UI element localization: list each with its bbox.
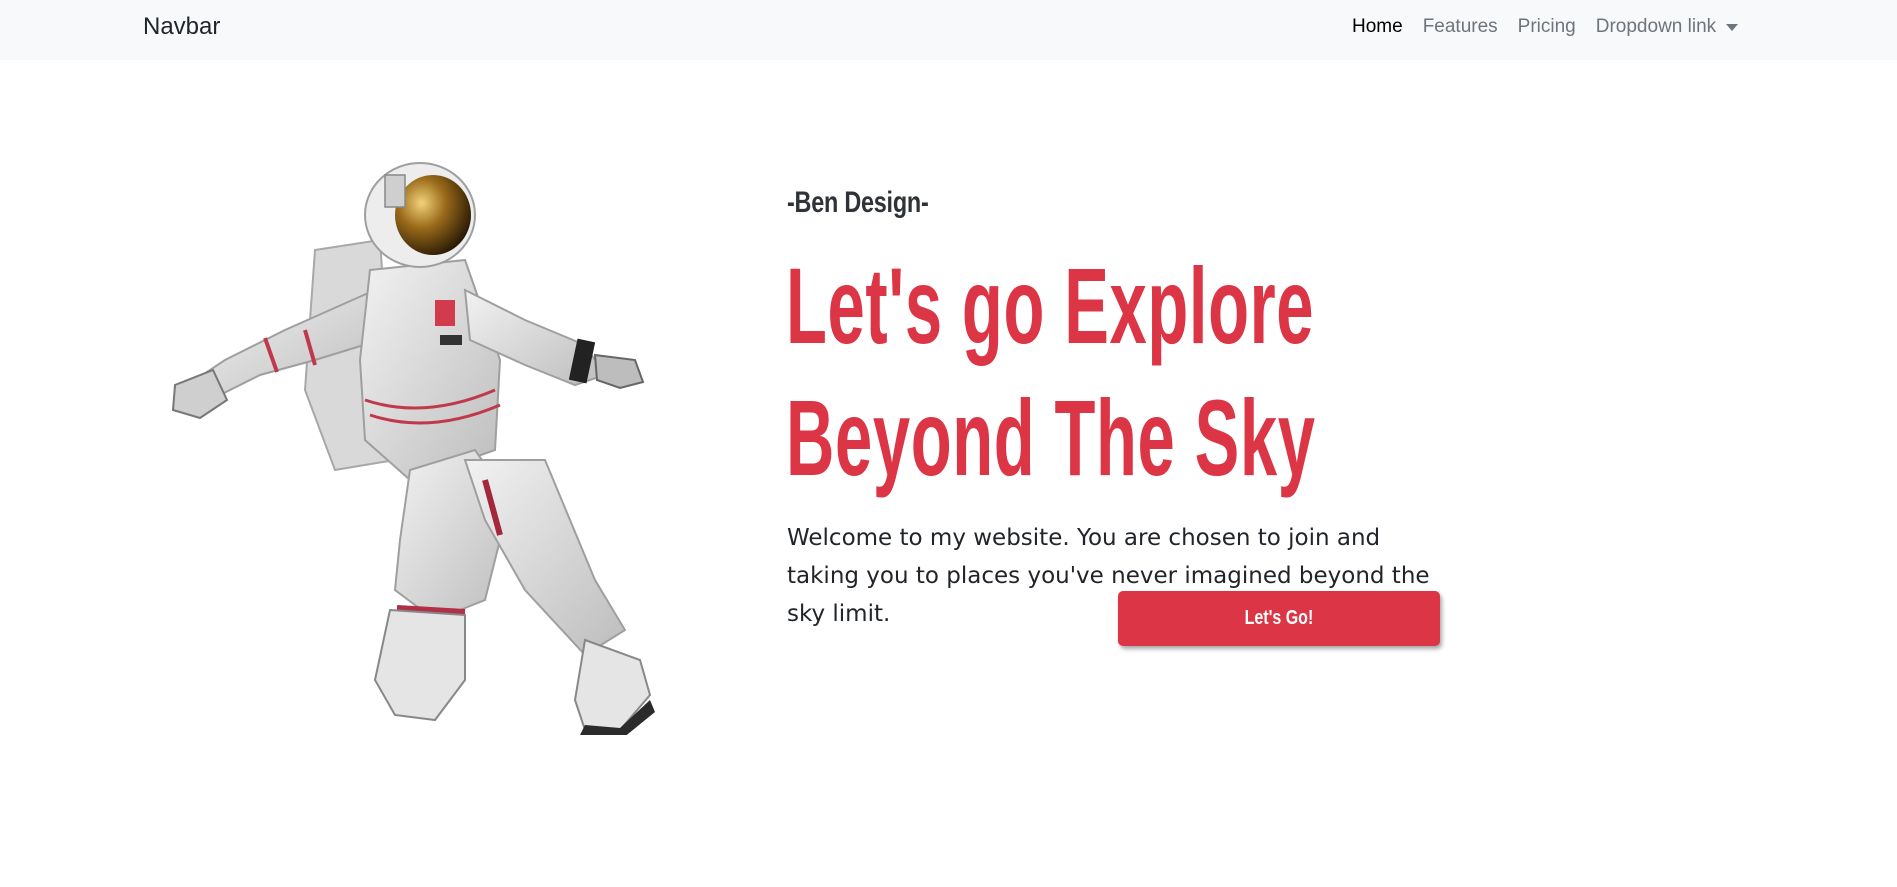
hero-title-line-2: Beyond The Sky	[786, 377, 1316, 498]
caret-down-icon	[1726, 23, 1739, 31]
lets-go-button[interactable]: Let's Go!	[1118, 591, 1440, 646]
hero-subtitle: -Ben Design-	[787, 186, 929, 219]
hero-title-line-1: Let's go Explore	[786, 245, 1315, 366]
lets-go-button-label: Let's Go!	[1244, 607, 1314, 629]
nav-link-features[interactable]: Features	[1423, 12, 1498, 42]
astronaut-image	[171, 162, 655, 735]
hero-title: Let's go Explore Beyond The Sky	[786, 240, 1316, 504]
nav-link-home[interactable]: Home	[1352, 12, 1403, 42]
navbar: Navbar Home Features Pricing Dropdown li…	[0, 0, 1897, 60]
nav-links: Home Features Pricing Dropdown link	[1352, 12, 1739, 42]
nav-link-pricing[interactable]: Pricing	[1518, 12, 1576, 42]
nav-dropdown-link[interactable]: Dropdown link	[1595, 12, 1739, 42]
nav-dropdown-label: Dropdown link	[1595, 16, 1717, 37]
navbar-brand[interactable]: Navbar	[143, 12, 220, 42]
